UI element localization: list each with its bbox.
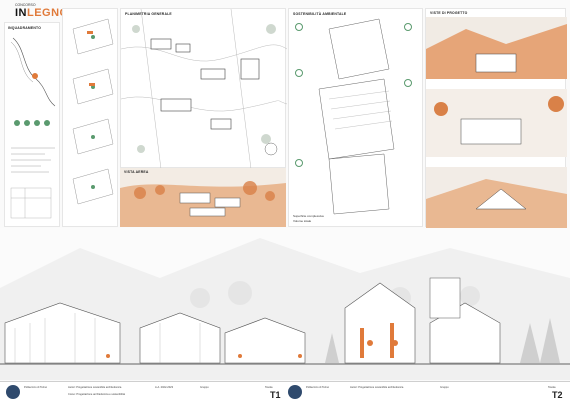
sustainability-title: SOSTENIBILITÀ AMBIENTALE — [293, 12, 347, 16]
footer-dept-2: Politecnico di Torino — [306, 386, 330, 389]
elevation-section — [0, 228, 570, 380]
stats-line-1: Superficie complessiva — [293, 214, 324, 218]
table-number-t2: T2 — [552, 390, 563, 400]
wood-badge-icon — [295, 159, 303, 167]
site-map-drawing — [10, 37, 56, 219]
footer-bar: Politecnico di Torino Autori: Progettazi… — [0, 381, 570, 404]
concept-diagrams — [72, 18, 114, 205]
sustainability-drawings — [318, 18, 395, 215]
views-title: VISTE DI PROGETTO — [430, 11, 468, 15]
table-number-t1: T1 — [270, 390, 281, 400]
footer-course: Corso: Progettazione architettonica e so… — [68, 393, 125, 396]
masterplan-title: PLANIMETRIA GENERALE — [125, 12, 172, 16]
water-badge-icon — [295, 69, 303, 77]
stats-line-2: Volume totale — [293, 219, 312, 223]
footer-table-label-1: Tavola — [265, 386, 273, 389]
aerial-render: VISTA AEREA — [120, 168, 286, 227]
aerial-title: VISTA AEREA — [124, 170, 149, 174]
footer-dept: Politecnico di Torino — [24, 386, 48, 389]
views-panel: VISTE DI PROGETTO — [425, 8, 567, 228]
footer-authors-2: Autori: Progettazione sostenibile archit… — [350, 386, 404, 389]
sun-badge-icon — [404, 23, 412, 31]
sustainability-panel: SOSTENIBILITÀ AMBIENTALE Superficie comp… — [288, 8, 423, 227]
footer-group-2: Gruppo — [440, 386, 449, 389]
poster-page: CONCORSO INLEGNO INQUADRAMENTO PLANIMETR… — [0, 0, 570, 404]
masterplan-drawing — [120, 8, 288, 170]
concept-panel — [62, 8, 118, 227]
university-seal-icon-2 — [288, 385, 302, 399]
aerial-drawing — [120, 168, 286, 227]
views-renders — [426, 17, 567, 228]
masterplan-panel: PLANIMETRIA GENERALE — [120, 8, 288, 170]
footer-group: Gruppo — [200, 386, 209, 389]
footer-table-label-2: Tavola — [548, 386, 556, 389]
university-seal-icon — [6, 385, 20, 399]
footer-authors: Autori: Progettazione sostenibile archit… — [68, 386, 122, 389]
site-panel: INQUADRAMENTO — [4, 22, 60, 227]
elevation-drawing — [0, 238, 570, 380]
footer-year: A.A. 2022-2023 — [155, 386, 174, 389]
leaf-badge-icon — [404, 79, 412, 87]
energy-badge-icon — [295, 23, 303, 31]
